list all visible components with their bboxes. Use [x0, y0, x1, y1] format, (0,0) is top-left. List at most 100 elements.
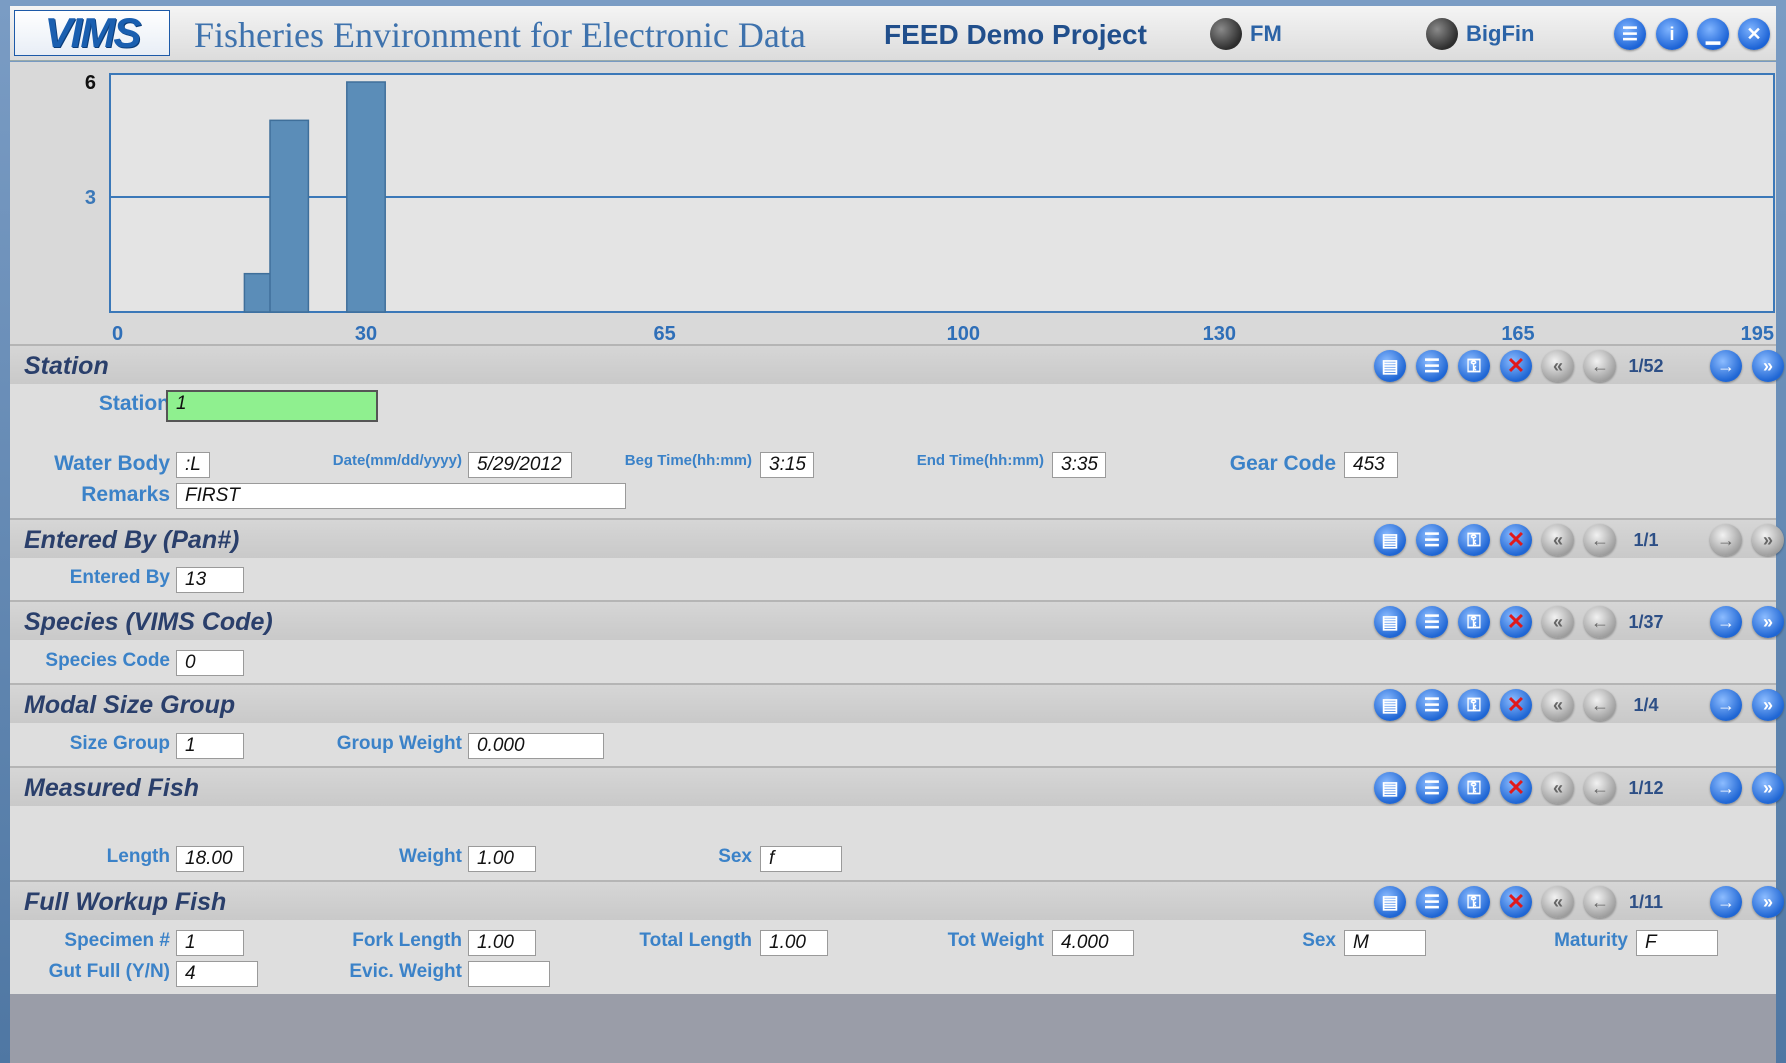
x-tick-label: 165 [1501, 323, 1534, 344]
form-view-icon[interactable]: ▤ [1374, 689, 1406, 721]
last-record-icon[interactable]: » [1752, 886, 1784, 918]
first-record-icon[interactable]: « [1542, 350, 1574, 382]
vims-logo: VIMS [14, 9, 170, 56]
last-record-icon[interactable]: » [1752, 689, 1784, 721]
first-record-icon[interactable]: « [1542, 772, 1574, 804]
previous-record-icon[interactable]: ← [1584, 772, 1616, 804]
next-record-icon[interactable]: → [1710, 524, 1742, 556]
previous-record-icon[interactable]: ← [1584, 886, 1616, 918]
title-bar: VIMS Fisheries Environment for Electroni… [10, 6, 1776, 61]
radio-bigfin[interactable]: BigFin [1426, 18, 1534, 50]
list-view-icon[interactable]: ☰ [1416, 689, 1448, 721]
station-label: Station [98, 392, 170, 415]
gut-full-input[interactable]: 4 [176, 961, 258, 987]
entered-by-input[interactable]: 13 [176, 567, 244, 593]
form-view-icon[interactable]: ▤ [1374, 524, 1406, 556]
delete-record-icon[interactable]: ✕ [1500, 886, 1532, 918]
last-record-icon[interactable]: » [1752, 606, 1784, 638]
end-time-label: End Time(hh:mm) [916, 452, 1044, 469]
length-histogram-chart: 3 6 0 30 65 100 130 165 195 [10, 62, 1776, 344]
station-input[interactable]: 1 [166, 390, 378, 422]
key-icon[interactable]: ⚿ [1458, 350, 1490, 382]
first-record-icon[interactable]: « [1542, 524, 1574, 556]
section-full-workup-header: Full Workup Fish ▤ ☰ ⚿ ✕ « ← → » 1/11 [10, 880, 1784, 920]
delete-record-icon[interactable]: ✕ [1500, 772, 1532, 804]
section-measured-fish-header: Measured Fish ▤ ☰ ⚿ ✕ « ← → » 1/12 [10, 766, 1784, 806]
key-icon[interactable]: ⚿ [1458, 606, 1490, 638]
weight-label: Weight [399, 846, 462, 867]
section-species-header: Species (VIMS Code) ▤ ☰ ⚿ ✕ « ← → » 1/37 [10, 600, 1784, 640]
total-length-input[interactable]: 1.00 [760, 930, 828, 956]
section-full-workup-title: Full Workup Fish [24, 888, 227, 916]
list-view-icon[interactable]: ☰ [1416, 524, 1448, 556]
delete-record-icon[interactable]: ✕ [1500, 524, 1532, 556]
delete-record-icon[interactable]: ✕ [1500, 689, 1532, 721]
next-record-icon[interactable]: → [1710, 886, 1742, 918]
measured-sex-input[interactable]: f [760, 846, 842, 872]
tot-weight-label: Tot Weight [947, 930, 1044, 951]
list-view-icon[interactable]: ☰ [1416, 350, 1448, 382]
first-record-icon[interactable]: « [1542, 689, 1574, 721]
form-view-icon[interactable]: ▤ [1374, 772, 1406, 804]
previous-record-icon[interactable]: ← [1584, 524, 1616, 556]
water-body-input[interactable]: :L [176, 452, 210, 478]
maturity-input[interactable]: F [1636, 930, 1718, 956]
radio-fm[interactable]: FM [1210, 18, 1282, 50]
x-tick-label: 0 [112, 323, 123, 344]
maturity-label: Maturity [1554, 930, 1628, 951]
key-icon[interactable]: ⚿ [1458, 772, 1490, 804]
form-view-icon[interactable]: ▤ [1374, 606, 1406, 638]
group-weight-input[interactable]: 0.000 [468, 733, 604, 759]
first-record-icon[interactable]: « [1542, 886, 1574, 918]
chart-svg: 3 6 0 30 65 100 130 165 195 [85, 72, 1775, 344]
radio-dot-icon [1210, 18, 1242, 50]
first-record-icon[interactable]: « [1542, 606, 1574, 638]
close-icon[interactable]: ✕ [1738, 18, 1770, 50]
size-group-input[interactable]: 1 [176, 733, 244, 759]
last-record-icon[interactable]: » [1752, 350, 1784, 382]
x-tick-label: 130 [1203, 323, 1236, 344]
weight-input[interactable]: 1.00 [468, 846, 536, 872]
beg-time-label: Beg Time(hh:mm) [624, 452, 752, 469]
list-icon[interactable]: ☰ [1614, 18, 1646, 50]
list-view-icon[interactable]: ☰ [1416, 606, 1448, 638]
species-code-input[interactable]: 0 [176, 650, 244, 676]
previous-record-icon[interactable]: ← [1584, 350, 1616, 382]
key-icon[interactable]: ⚿ [1458, 524, 1490, 556]
workup-sex-input[interactable]: M [1344, 930, 1426, 956]
next-record-icon[interactable]: → [1710, 350, 1742, 382]
form-view-icon[interactable]: ▤ [1374, 886, 1406, 918]
delete-record-icon[interactable]: ✕ [1500, 606, 1532, 638]
beg-time-input[interactable]: 3:15 [760, 452, 814, 478]
length-input[interactable]: 18.00 [176, 846, 244, 872]
info-icon[interactable]: i [1656, 18, 1688, 50]
evic-weight-input[interactable] [468, 961, 550, 987]
specimen-input[interactable]: 1 [176, 930, 244, 956]
minimize-icon[interactable]: ▁ [1697, 18, 1729, 50]
fork-length-input[interactable]: 1.00 [468, 930, 536, 956]
previous-record-icon[interactable]: ← [1584, 689, 1616, 721]
tot-weight-input[interactable]: 4.000 [1052, 930, 1134, 956]
previous-record-icon[interactable]: ← [1584, 606, 1616, 638]
list-view-icon[interactable]: ☰ [1416, 772, 1448, 804]
record-counter: 1/1 [1633, 530, 1659, 550]
remarks-input[interactable]: FIRST [176, 483, 626, 509]
delete-record-icon[interactable]: ✕ [1500, 350, 1532, 382]
section-station-title: Station [24, 352, 109, 380]
next-record-icon[interactable]: → [1710, 606, 1742, 638]
key-icon[interactable]: ⚿ [1458, 689, 1490, 721]
last-record-icon[interactable]: » [1752, 772, 1784, 804]
last-record-icon[interactable]: » [1752, 524, 1784, 556]
record-counter: 1/52 [1628, 356, 1664, 376]
next-record-icon[interactable]: → [1710, 689, 1742, 721]
section-entered-by-title: Entered By (Pan#) [24, 526, 240, 554]
gear-code-input[interactable]: 453 [1344, 452, 1398, 478]
date-input[interactable]: 5/29/2012 [468, 452, 572, 478]
gear-code-label: Gear Code [1229, 452, 1336, 475]
list-view-icon[interactable]: ☰ [1416, 886, 1448, 918]
next-record-icon[interactable]: → [1710, 772, 1742, 804]
form-view-icon[interactable]: ▤ [1374, 350, 1406, 382]
end-time-input[interactable]: 3:35 [1052, 452, 1106, 478]
key-icon[interactable]: ⚿ [1458, 886, 1490, 918]
gut-full-label: Gut Full (Y/N) [48, 961, 170, 982]
